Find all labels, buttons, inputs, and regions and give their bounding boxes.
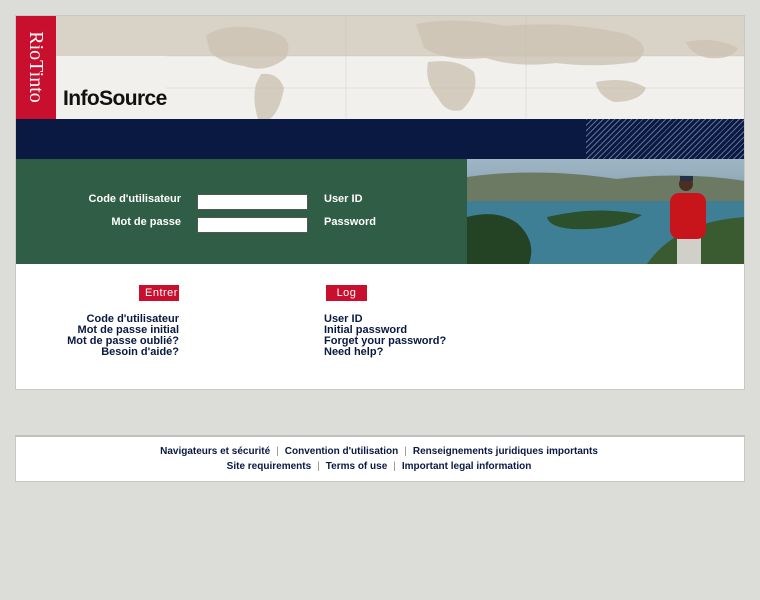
password-label-fr: Mot de passe — [111, 216, 181, 228]
logo-text: RioTinto — [25, 31, 47, 103]
lake-hiker-photo — [467, 159, 744, 264]
login-panel: RioTinto InfoSource Code d'utilisateur M… — [15, 15, 745, 390]
footer-link-legal-en[interactable]: Important legal information — [402, 461, 531, 472]
footer-link-legal-fr[interactable]: Renseignements juridiques importants — [413, 446, 598, 457]
login-form: Code d'utilisateur Mot de passe User ID … — [16, 159, 467, 264]
footer-link-browsers-security[interactable]: Navigateurs et sécurité — [160, 446, 270, 457]
footer-separator: | — [276, 446, 279, 457]
app-title: InfoSource — [63, 87, 167, 110]
user-id-label-fr: Code d'utilisateur — [88, 193, 181, 205]
footer-separator: | — [393, 461, 396, 472]
navy-band — [16, 119, 744, 159]
login-button-en[interactable]: Log in — [326, 285, 367, 315]
world-map-graphic — [166, 16, 744, 119]
footer-link-terms-en[interactable]: Terms of use — [326, 461, 388, 472]
footer-link-site-requirements[interactable]: Site requirements — [227, 461, 311, 472]
footer-separator: | — [317, 461, 320, 472]
header-banner: RioTinto InfoSource — [16, 16, 744, 119]
user-id-label-en: User ID — [324, 193, 363, 205]
footer-link-terms-fr[interactable]: Convention d'utilisation — [285, 446, 398, 457]
footer-separator: | — [404, 446, 407, 457]
footer: Navigateurs et sécurité | Convention d'uti… — [15, 435, 745, 482]
footer-row-en: Site requirements | Terms of use | Important… — [16, 461, 742, 472]
enter-button-fr[interactable]: Entrer — [139, 285, 179, 301]
password-label-en: Password — [324, 216, 376, 228]
password-input[interactable] — [197, 217, 308, 233]
riotinto-logo: RioTinto — [16, 16, 56, 119]
help-link-need-help-fr[interactable]: Besoin d'aide? — [101, 346, 179, 359]
user-id-input[interactable] — [197, 194, 308, 210]
footer-row-fr: Navigateurs et sécurité | Convention d'uti… — [16, 446, 742, 457]
help-link-need-help-en[interactable]: Need help? — [324, 346, 383, 359]
hatch-pattern — [586, 119, 744, 159]
